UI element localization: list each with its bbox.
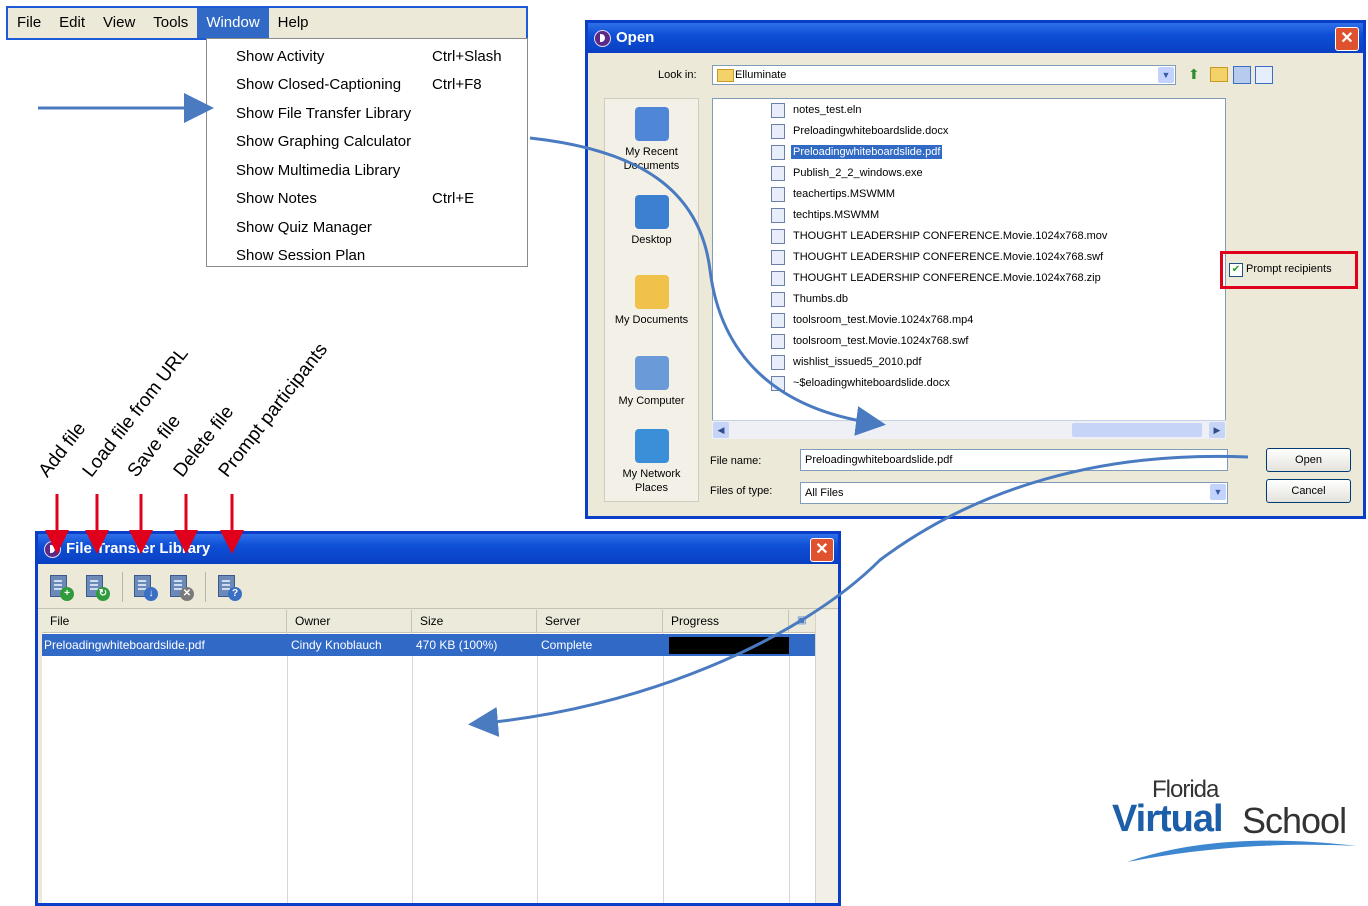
annotation-arrows <box>38 93 1249 737</box>
arrow-to-table <box>468 454 1249 737</box>
florida-virtual-school-logo: Florida Virtual School <box>1112 772 1364 872</box>
arrow-to-file-list <box>529 136 886 436</box>
logo-swoosh <box>1127 840 1357 862</box>
